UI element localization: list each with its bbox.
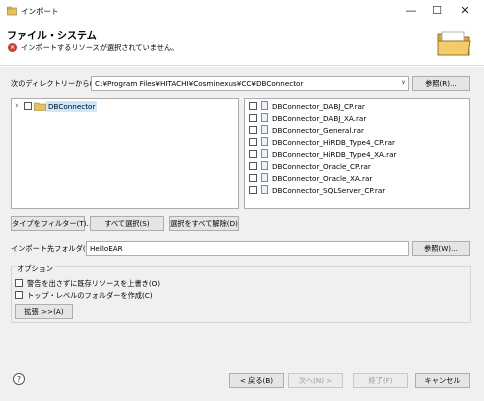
rar-file-icon [261, 101, 268, 110]
rar-file-icon [261, 173, 268, 182]
rar-file-icon [261, 161, 268, 170]
file-checkbox[interactable] [249, 138, 257, 146]
destination-folder-input[interactable]: HelloEAR [86, 241, 409, 256]
tree-item-checkbox[interactable] [24, 102, 32, 110]
folder-icon [34, 102, 46, 111]
browse-source-button[interactable]: 参照(R)... [412, 76, 470, 91]
deselect-all-button[interactable]: 選択をすべて解除(D) [169, 216, 239, 231]
destination-folder-label: インポート先フォルダ(L): [11, 244, 95, 253]
folder-tree[interactable] [11, 98, 239, 209]
file-name[interactable]: DBConnector_HiRDB_Type4_XA.rar [272, 150, 396, 159]
rar-file-icon [261, 149, 268, 158]
overwrite-checkbox[interactable] [15, 279, 23, 287]
source-directory-label: 次のディレクトリーから(Y): [11, 79, 102, 88]
error-message: インポートするリソースが選択されていません。 [21, 43, 179, 52]
create-top-folders-label[interactable]: トップ・レベルのフォルダーを作成(C) [27, 291, 153, 301]
file-checkbox[interactable] [249, 162, 257, 170]
file-name[interactable]: DBConnector_HiRDB_Type4_CP.rar [272, 138, 395, 147]
tree-item-label[interactable]: DBConnector [46, 101, 98, 112]
page-title: ファイル・システム [7, 31, 97, 42]
cancel-button[interactable]: キャンセル [415, 373, 470, 388]
finish-button[interactable]: 終了(F) [353, 373, 408, 388]
next-button[interactable]: 次へ(N) > [288, 373, 343, 388]
file-name[interactable]: DBConnector_Oracle_XA.rar [272, 174, 372, 183]
file-name[interactable]: DBConnector_Oracle_CP.rar [272, 162, 371, 171]
file-name[interactable]: DBConnector_SQLServer_CP.rar [272, 186, 385, 195]
rar-file-icon [261, 113, 268, 122]
file-checkbox[interactable] [249, 126, 257, 134]
file-checkbox[interactable] [249, 186, 257, 194]
file-checkbox[interactable] [249, 174, 257, 182]
import-window-icon [7, 6, 17, 16]
select-all-button[interactable]: すべて選択(S) [90, 216, 164, 231]
browse-destination-button[interactable]: 参照(W)... [412, 241, 470, 256]
back-button[interactable]: < 戻る(B) [229, 373, 284, 388]
close-button[interactable]: ✕ [452, 2, 478, 20]
create-top-folders-checkbox[interactable] [15, 291, 23, 299]
window-title: インポート [21, 7, 59, 16]
source-directory-combo[interactable]: C:¥Program Files¥HITACHI¥Cosminexus¥CC¥D… [91, 76, 409, 91]
overwrite-label[interactable]: 警告を出さずに既存リソースを上書き(O) [27, 279, 160, 289]
file-name[interactable]: DBConnector_DABJ_CP.rar [272, 102, 365, 111]
advanced-button[interactable]: 拡張 >>(A) [15, 304, 73, 319]
file-name[interactable]: DBConnector_General.rar [272, 126, 364, 135]
minimize-button[interactable]: — [398, 2, 424, 20]
options-group-label: オプション [15, 264, 55, 274]
chevron-down-icon[interactable]: ∨ [398, 76, 409, 91]
folder-icon [437, 31, 471, 56]
error-icon: × [8, 43, 17, 52]
maximize-button[interactable]: ☐ [424, 2, 450, 20]
expand-arrow-icon[interactable]: › [15, 101, 19, 111]
file-name[interactable]: DBConnector_DABJ_XA.rar [272, 114, 366, 123]
file-checkbox[interactable] [249, 114, 257, 122]
file-checkbox[interactable] [249, 150, 257, 158]
rar-file-icon [261, 185, 268, 194]
file-checkbox[interactable] [249, 102, 257, 110]
filter-types-button[interactable]: タイプをフィルター(T)... [11, 216, 93, 231]
rar-file-icon [261, 137, 268, 146]
help-icon[interactable]: ? [13, 373, 25, 385]
rar-file-icon [261, 125, 268, 134]
